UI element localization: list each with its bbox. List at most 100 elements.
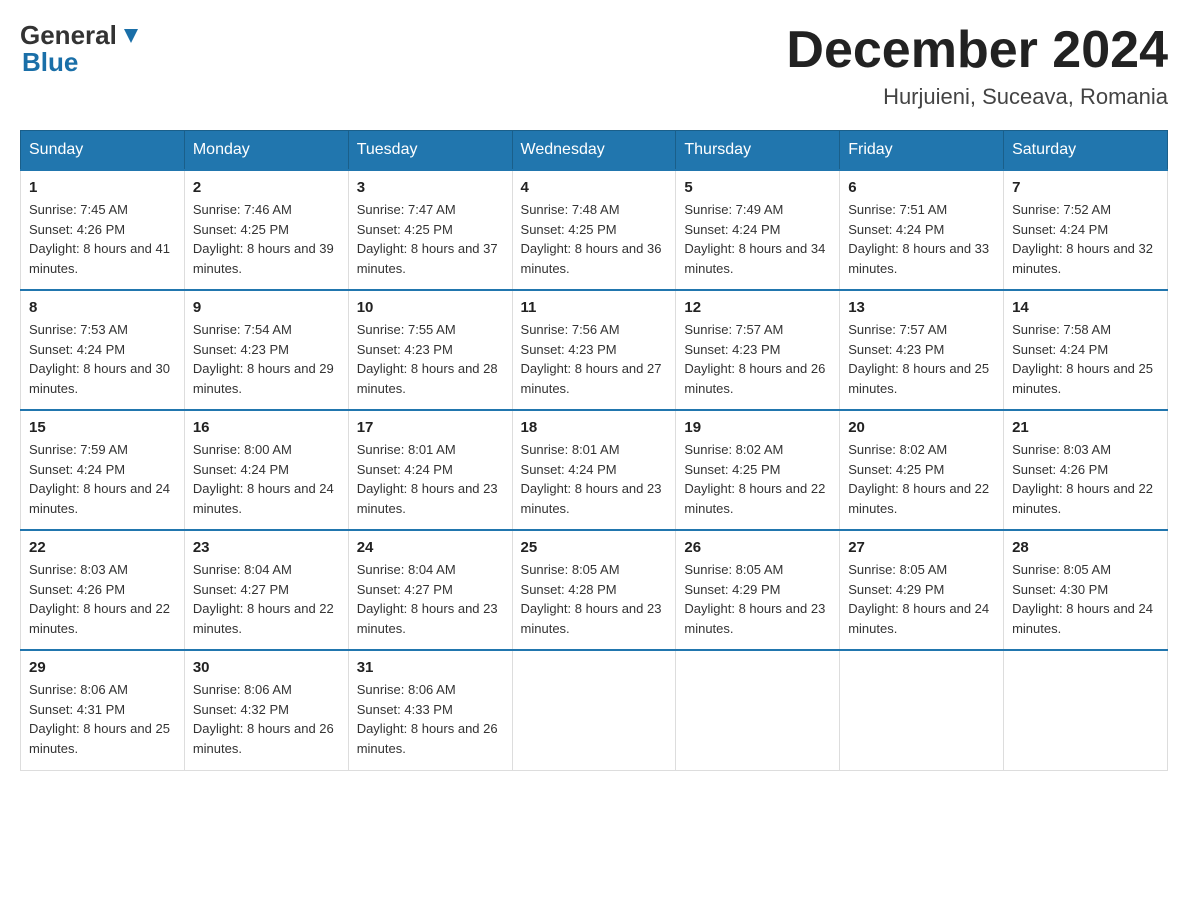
day-number: 11 <box>521 299 668 316</box>
day-info: Sunrise: 8:05 AMSunset: 4:28 PMDaylight:… <box>521 560 668 638</box>
calendar-week-row: 8 Sunrise: 7:53 AMSunset: 4:24 PMDaylight… <box>21 290 1168 410</box>
column-header-thursday: Thursday <box>676 131 840 171</box>
calendar-cell: 4Sunrise: 7:48 AMSunset: 4:25 PMDaylight… <box>512 170 676 290</box>
day-number: 12 <box>684 299 831 316</box>
day-info: Sunrise: 8:02 AMSunset: 4:25 PMDaylight:… <box>684 440 831 518</box>
column-header-wednesday: Wednesday <box>512 131 676 171</box>
day-info: Sunrise: 7:57 AMSunset: 4:23 PMDaylight:… <box>684 320 831 398</box>
calendar-cell: 6 Sunrise: 7:51 AMSunset: 4:24 PMDaylight… <box>840 170 1004 290</box>
day-info: Sunrise: 8:05 AMSunset: 4:29 PMDaylight:… <box>848 560 995 638</box>
calendar-cell: 25Sunrise: 8:05 AMSunset: 4:28 PMDayligh… <box>512 530 676 650</box>
column-header-saturday: Saturday <box>1004 131 1168 171</box>
calendar-cell: 7 Sunrise: 7:52 AMSunset: 4:24 PMDaylight… <box>1004 170 1168 290</box>
day-info: Sunrise: 7:53 AMSunset: 4:24 PMDaylight:… <box>29 320 176 398</box>
calendar-cell: 1 Sunrise: 7:45 AMSunset: 4:26 PMDaylight… <box>21 170 185 290</box>
day-number: 14 <box>1012 299 1159 316</box>
column-header-monday: Monday <box>184 131 348 171</box>
calendar-cell: 18 Sunrise: 8:01 AMSunset: 4:24 PMDayligh… <box>512 410 676 530</box>
calendar-week-row: 22Sunrise: 8:03 AMSunset: 4:26 PMDayligh… <box>21 530 1168 650</box>
location-text: Hurjuieni, Suceava, Romania <box>786 84 1168 110</box>
month-title: December 2024 <box>786 20 1168 80</box>
day-info: Sunrise: 8:01 AMSunset: 4:24 PMDaylight:… <box>357 440 504 518</box>
calendar-cell: 27 Sunrise: 8:05 AMSunset: 4:29 PMDayligh… <box>840 530 1004 650</box>
column-header-tuesday: Tuesday <box>348 131 512 171</box>
calendar-cell: 26 Sunrise: 8:05 AMSunset: 4:29 PMDayligh… <box>676 530 840 650</box>
day-number: 8 <box>29 299 176 316</box>
day-number: 7 <box>1012 179 1159 196</box>
day-number: 9 <box>193 299 340 316</box>
day-info: Sunrise: 7:54 AMSunset: 4:23 PMDaylight:… <box>193 320 340 398</box>
day-info: Sunrise: 8:00 AMSunset: 4:24 PMDaylight:… <box>193 440 340 518</box>
title-section: December 2024 Hurjuieni, Suceava, Romani… <box>786 20 1168 110</box>
day-number: 28 <box>1012 539 1159 556</box>
calendar-cell: 22Sunrise: 8:03 AMSunset: 4:26 PMDayligh… <box>21 530 185 650</box>
day-number: 16 <box>193 419 340 436</box>
calendar-cell: 11Sunrise: 7:56 AMSunset: 4:23 PMDayligh… <box>512 290 676 410</box>
day-info: Sunrise: 8:05 AMSunset: 4:29 PMDaylight:… <box>684 560 831 638</box>
day-info: Sunrise: 7:47 AMSunset: 4:25 PMDaylight:… <box>357 200 504 278</box>
day-number: 1 <box>29 179 176 196</box>
calendar-cell: 12 Sunrise: 7:57 AMSunset: 4:23 PMDayligh… <box>676 290 840 410</box>
day-number: 13 <box>848 299 995 316</box>
calendar-cell: 19 Sunrise: 8:02 AMSunset: 4:25 PMDayligh… <box>676 410 840 530</box>
day-number: 23 <box>193 539 340 556</box>
day-info: Sunrise: 7:51 AMSunset: 4:24 PMDaylight:… <box>848 200 995 278</box>
calendar-cell: 10 Sunrise: 7:55 AMSunset: 4:23 PMDayligh… <box>348 290 512 410</box>
calendar-cell: 16 Sunrise: 8:00 AMSunset: 4:24 PMDayligh… <box>184 410 348 530</box>
day-number: 30 <box>193 659 340 676</box>
day-info: Sunrise: 7:52 AMSunset: 4:24 PMDaylight:… <box>1012 200 1159 278</box>
day-number: 4 <box>521 179 668 196</box>
calendar-cell <box>1004 650 1168 770</box>
calendar-cell: 20 Sunrise: 8:02 AMSunset: 4:25 PMDayligh… <box>840 410 1004 530</box>
day-number: 19 <box>684 419 831 436</box>
day-number: 6 <box>848 179 995 196</box>
day-number: 29 <box>29 659 176 676</box>
calendar-cell: 31 Sunrise: 8:06 AMSunset: 4:33 PMDayligh… <box>348 650 512 770</box>
calendar-cell: 15Sunrise: 7:59 AMSunset: 4:24 PMDayligh… <box>21 410 185 530</box>
logo-arrow-icon <box>120 25 142 47</box>
calendar-cell: 23 Sunrise: 8:04 AMSunset: 4:27 PMDayligh… <box>184 530 348 650</box>
day-info: Sunrise: 7:49 AMSunset: 4:24 PMDaylight:… <box>684 200 831 278</box>
day-info: Sunrise: 7:58 AMSunset: 4:24 PMDaylight:… <box>1012 320 1159 398</box>
day-number: 24 <box>357 539 504 556</box>
day-number: 26 <box>684 539 831 556</box>
day-info: Sunrise: 8:06 AMSunset: 4:32 PMDaylight:… <box>193 680 340 758</box>
day-info: Sunrise: 7:55 AMSunset: 4:23 PMDaylight:… <box>357 320 504 398</box>
day-number: 27 <box>848 539 995 556</box>
day-info: Sunrise: 8:04 AMSunset: 4:27 PMDaylight:… <box>193 560 340 638</box>
calendar-cell: 17 Sunrise: 8:01 AMSunset: 4:24 PMDayligh… <box>348 410 512 530</box>
calendar-week-row: 15Sunrise: 7:59 AMSunset: 4:24 PMDayligh… <box>21 410 1168 530</box>
day-info: Sunrise: 8:01 AMSunset: 4:24 PMDaylight:… <box>521 440 668 518</box>
day-number: 15 <box>29 419 176 436</box>
day-number: 10 <box>357 299 504 316</box>
day-info: Sunrise: 7:45 AMSunset: 4:26 PMDaylight:… <box>29 200 176 278</box>
calendar-cell <box>512 650 676 770</box>
calendar-cell: 28Sunrise: 8:05 AMSunset: 4:30 PMDayligh… <box>1004 530 1168 650</box>
day-number: 17 <box>357 419 504 436</box>
logo-blue-text: Blue <box>22 47 78 78</box>
day-info: Sunrise: 8:02 AMSunset: 4:25 PMDaylight:… <box>848 440 995 518</box>
calendar-cell: 24Sunrise: 8:04 AMSunset: 4:27 PMDayligh… <box>348 530 512 650</box>
day-info: Sunrise: 8:03 AMSunset: 4:26 PMDaylight:… <box>1012 440 1159 518</box>
day-number: 22 <box>29 539 176 556</box>
page-header: General Blue December 2024 Hurjuieni, Su… <box>20 20 1168 110</box>
column-header-sunday: Sunday <box>21 131 185 171</box>
calendar-cell: 2 Sunrise: 7:46 AMSunset: 4:25 PMDaylight… <box>184 170 348 290</box>
day-info: Sunrise: 8:06 AMSunset: 4:33 PMDaylight:… <box>357 680 504 758</box>
calendar-cell: 8 Sunrise: 7:53 AMSunset: 4:24 PMDaylight… <box>21 290 185 410</box>
calendar-cell <box>840 650 1004 770</box>
calendar-week-row: 1 Sunrise: 7:45 AMSunset: 4:26 PMDaylight… <box>21 170 1168 290</box>
day-number: 20 <box>848 419 995 436</box>
logo: General Blue <box>20 20 142 78</box>
calendar-cell: 9 Sunrise: 7:54 AMSunset: 4:23 PMDaylight… <box>184 290 348 410</box>
day-number: 2 <box>193 179 340 196</box>
day-number: 31 <box>357 659 504 676</box>
day-number: 5 <box>684 179 831 196</box>
day-number: 18 <box>521 419 668 436</box>
calendar-header-row: SundayMondayTuesdayWednesdayThursdayFrid… <box>21 131 1168 171</box>
day-info: Sunrise: 7:46 AMSunset: 4:25 PMDaylight:… <box>193 200 340 278</box>
day-number: 3 <box>357 179 504 196</box>
calendar-cell: 14 Sunrise: 7:58 AMSunset: 4:24 PMDayligh… <box>1004 290 1168 410</box>
calendar-cell: 3 Sunrise: 7:47 AMSunset: 4:25 PMDaylight… <box>348 170 512 290</box>
column-header-friday: Friday <box>840 131 1004 171</box>
